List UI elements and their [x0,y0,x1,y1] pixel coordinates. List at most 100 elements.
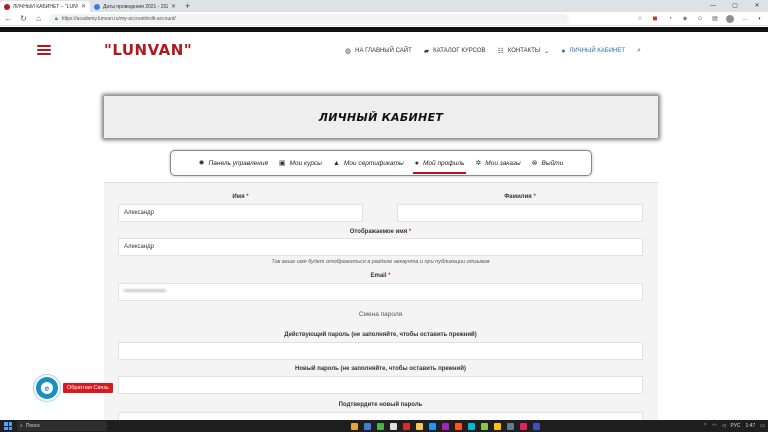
refresh-icon[interactable]: ↻ [19,14,28,23]
site-header: "LUNVAN" ◍ НА ГЛАВНЫЙ САЙТ ▰ КАТАЛОГ КУР… [0,32,768,72]
graduation-cap-icon: ▲ [332,159,340,167]
email-input[interactable]: •••••••••••••••••••• [118,283,643,301]
site-logo[interactable]: "LUNVAN" [104,41,192,59]
chevron-down-icon: ⌄ [544,48,550,55]
nav-main-site[interactable]: ◍ НА ГЛАВНЫЙ САЙТ [345,47,412,55]
tab-my-courses[interactable]: ▣ Мои курсы [279,156,322,170]
menu-icon[interactable] [37,45,51,57]
taskbar-app-icon[interactable] [442,422,449,430]
tab-label: Панель управления [208,159,268,167]
display-name-hint: Так ваше имя будет отображаться в раздел… [271,259,490,265]
taskbar-app-icon[interactable] [468,422,475,430]
taskbar-app-icon[interactable] [429,422,436,430]
label-text: Фамилия [504,194,532,200]
tab-label: Выйти [541,159,564,167]
required-mark: * [408,229,412,235]
tab-label: Мои курсы [289,159,322,167]
taskbar-app-icon[interactable] [390,422,397,430]
gear-icon: ✹ [198,160,205,167]
back-icon[interactable]: ← [4,14,13,23]
collections-icon[interactable]: ▤ [711,15,719,22]
nav-course-catalog[interactable]: ▰ КАТАЛОГ КУРСОВ [424,47,486,55]
chevron-up-icon[interactable]: ⌃ [703,423,707,429]
calendar-icon: ▣ [278,160,286,167]
browser-tab-active[interactable]: ЛИЧНЫЙ КАБИНЕТ – "LUNVAN" ✕ [0,1,90,12]
tab-my-profile[interactable]: ● Мой профиль [412,156,467,174]
tab-dashboard[interactable]: ✹ Панель управления [199,156,268,170]
taskbar-app-icon[interactable] [403,422,410,430]
callback-button[interactable]: e [36,377,58,399]
windows-start-icon[interactable] [3,421,13,431]
taskbar-app-icon[interactable] [351,422,358,430]
first-name-label: Имя * [118,194,363,200]
display-name-input[interactable]: Александр [118,238,643,256]
taskbar-app-icon[interactable] [377,422,384,430]
display-name-label: Отображаемое имя * [118,229,643,235]
folder-icon: ▰ [423,48,430,55]
tab-label: Мой профиль [423,159,465,167]
network-icon[interactable]: ◠ [712,423,716,429]
system-tray: ⌃ ◠ ◁ РУС 1:47 ▭ [703,423,765,429]
edge-icon[interactable]: ◐ [756,16,764,22]
new-password-input[interactable] [118,376,643,394]
tab-close-icon[interactable]: ✕ [81,3,86,10]
first-name-input[interactable]: Александр [118,204,363,222]
address-bar-row: ← ↻ ⌂ 🔒︎ https://academy.lunvan.ru/my-ac… [0,12,768,26]
settings-cog-icon: ✲ [475,160,482,167]
favicon-icon [4,3,10,10]
clock[interactable]: 1:47 [746,423,756,429]
close-window-button[interactable]: ✕ [746,0,768,12]
extension-icon[interactable]: ◈ [681,15,689,22]
confirm-password-label: Подтвердите новый пароль [338,402,423,408]
taskbar-app-icon[interactable] [520,422,527,430]
tab-label: Мои сертификаты [343,159,404,167]
taskbar-app-icon[interactable] [455,422,462,430]
tab-title: ЛИЧНЫЙ КАБИНЕТ – "LUNVAN" [13,3,78,10]
maximize-button[interactable]: ▢ [724,0,746,12]
home-icon[interactable]: ⌂ [34,14,43,23]
taskbar-app-icon[interactable] [416,422,423,430]
taskbar-app-icon[interactable] [364,422,371,430]
tab-close-icon[interactable]: ✕ [171,3,176,10]
taskbar-search-placeholder: Поиск [25,423,40,429]
profile-avatar[interactable] [726,14,734,23]
chat-icon: e [41,382,53,394]
page-title: ЛИЧНЫЙ КАБИНЕТ [318,110,444,124]
favorites-icon[interactable]: ✩ [696,15,704,22]
minimize-button[interactable]: — [702,0,724,12]
keyboard-language[interactable]: РУС [731,423,741,429]
account-nav: ✹ Панель управления ▣ Мои курсы ▲ Мои се… [170,150,592,176]
input-value: Александр [124,244,155,250]
more-icon[interactable]: … [741,16,749,22]
taskbar-search[interactable]: ⌕ Поиск [17,421,107,431]
taskbar-app-icon[interactable] [507,422,514,430]
tab-my-orders[interactable]: ✲ Мои заказы [475,156,520,170]
notifications-icon[interactable]: ▭ [760,423,765,429]
taskbar-app-icon[interactable] [494,422,501,430]
required-mark: * [246,194,249,200]
nav-contacts[interactable]: ☷ КОНТАКТЫ ⌄ [498,47,550,55]
search-icon: ⌕ [20,423,23,429]
star-icon[interactable]: ☆ [636,15,644,22]
current-password-input[interactable] [118,342,643,360]
volume-icon[interactable]: ◁ [722,423,726,429]
search-icon[interactable]: ⌕ [637,47,641,55]
callback-label[interactable]: Обратная Связь [63,383,113,393]
label-text: Имя [232,194,245,200]
nav-personal-account[interactable]: ● ЛИЧНЫЙ КАБИНЕТ [561,48,625,55]
extension-icon[interactable]: ◔ [666,16,674,22]
taskbar-app-icon[interactable] [481,422,488,430]
url-text: https://academy.lunvan.ru/my-account/edi… [61,15,176,22]
last-name-input[interactable] [397,204,643,222]
url-field[interactable]: 🔒︎ https://academy.lunvan.ru/my-account/… [49,13,569,24]
list-icon: ☷ [497,48,504,55]
new-tab-button[interactable]: + [180,1,195,12]
browser-tabbar: ЛИЧНЫЙ КАБИНЕТ – "LUNVAN" ✕ Даты проведе… [0,0,768,12]
browser-tab[interactable]: Даты проведения 2021 - 2022 ✕ [90,1,180,12]
nav-label: ЛИЧНЫЙ КАБИНЕТ [569,48,626,54]
tab-logout[interactable]: ⊗ Выйти [532,156,564,170]
tab-my-certificates[interactable]: ▲ Мои сертификаты [333,156,404,170]
nav-label: НА ГЛАВНЫЙ САЙТ [355,48,412,54]
taskbar-app-icon[interactable] [533,422,540,430]
extension-icon[interactable]: ◼ [651,15,659,22]
